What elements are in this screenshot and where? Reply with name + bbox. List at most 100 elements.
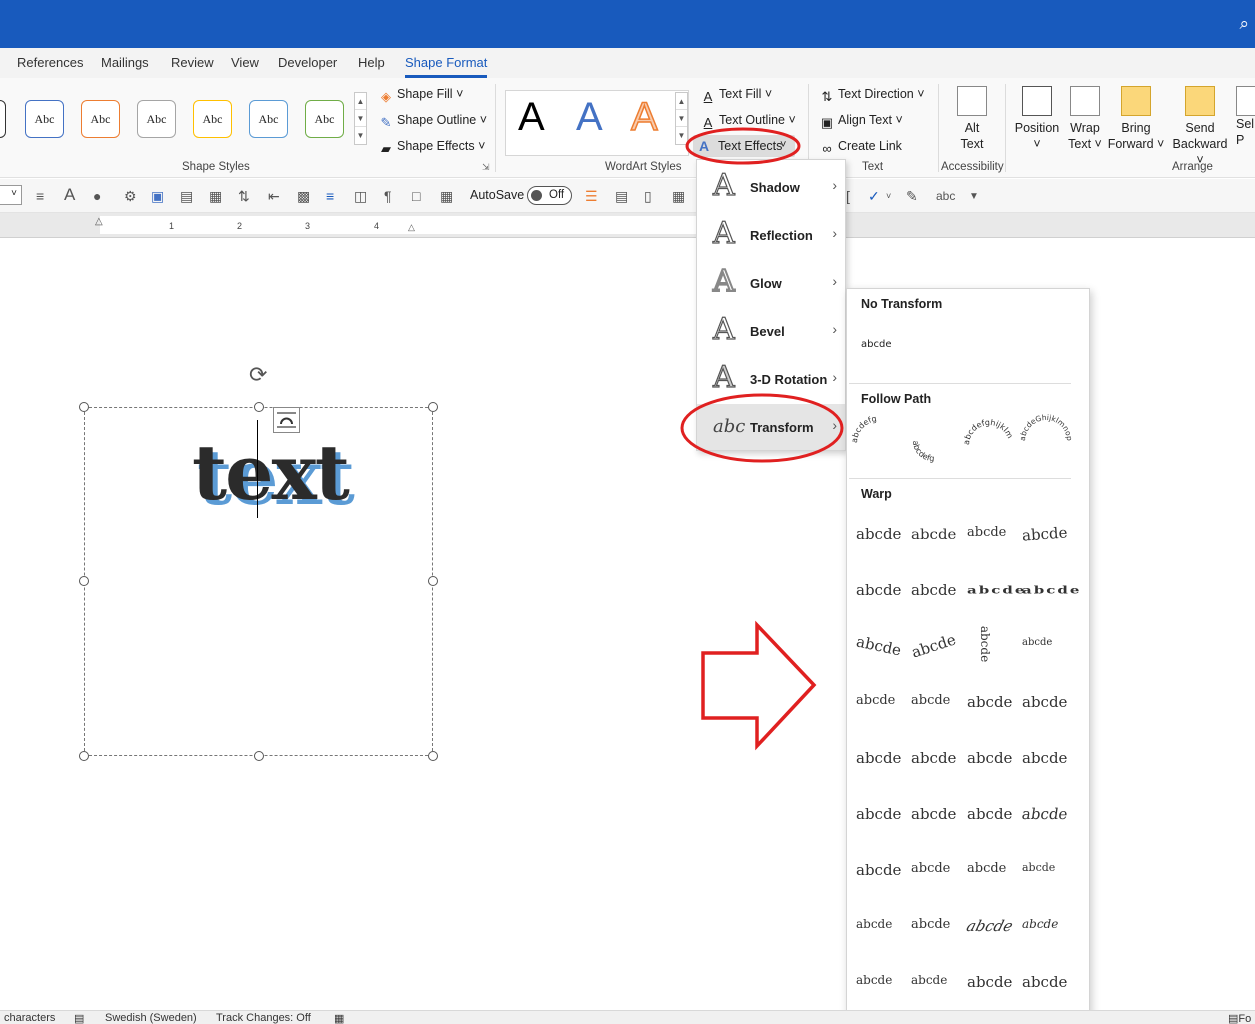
warp-option[interactable]: abcde xyxy=(967,525,1006,540)
shape-style-swatch[interactable]: Abc xyxy=(25,100,64,138)
warp-option[interactable]: abcde xyxy=(1021,523,1068,544)
scroll-down-icon[interactable]: ▼ xyxy=(676,110,687,127)
warp-option[interactable]: abcde xyxy=(911,525,956,542)
resize-handle[interactable] xyxy=(79,576,89,586)
proofing-icon[interactable]: ▤ xyxy=(74,1012,84,1024)
word-count[interactable]: characters xyxy=(4,1012,55,1024)
right-indent-marker[interactable]: △ xyxy=(408,222,415,233)
warp-option[interactable]: abcde xyxy=(911,973,947,987)
warp-option[interactable]: abcde xyxy=(856,749,901,767)
tab-developer[interactable]: Developer xyxy=(278,55,337,70)
record-icon[interactable]: ● xyxy=(93,188,101,204)
customize-toolbar-icon[interactable]: ▼ xyxy=(969,191,979,202)
list-icon[interactable]: ≡ xyxy=(36,188,44,204)
warp-option[interactable]: abcde xyxy=(1022,973,1067,991)
resize-handle[interactable] xyxy=(428,751,438,761)
autosave-toggle[interactable]: Off xyxy=(527,186,572,205)
bullets-icon[interactable]: ≡ xyxy=(326,188,334,204)
resize-handle[interactable] xyxy=(428,576,438,586)
shape-style-swatch[interactable]: Abc xyxy=(193,100,232,138)
warp-option[interactable]: abcde xyxy=(911,581,956,599)
focus-mode[interactable]: ▤ Fo xyxy=(1228,1012,1251,1024)
warp-option[interactable]: abcde xyxy=(967,973,1012,991)
insert-icon[interactable]: ▩ xyxy=(297,188,310,205)
shape-style-swatch[interactable] xyxy=(0,100,6,138)
warp-option[interactable]: abcde xyxy=(1022,861,1055,874)
text-box-icon[interactable]: ▣ xyxy=(151,188,164,205)
blank-page-icon[interactable]: □ xyxy=(412,188,420,204)
resize-handle[interactable] xyxy=(79,751,89,761)
warp-option[interactable]: abcde xyxy=(856,525,901,543)
tab-help[interactable]: Help xyxy=(358,55,385,70)
shape-style-swatch[interactable]: Abc xyxy=(137,100,176,138)
shape-style-swatch[interactable]: Abc xyxy=(305,100,344,138)
send-backward-button[interactable]: Send Backward ˅ xyxy=(1168,86,1232,168)
warp-option[interactable]: abcde xyxy=(967,861,1006,876)
table-icon[interactable]: ▦ xyxy=(209,188,222,205)
more-icon[interactable]: ▼ xyxy=(355,127,366,144)
create-link-button[interactable]: ∞ Create Link xyxy=(819,139,902,157)
warp-option[interactable]: abcde xyxy=(911,693,950,708)
search-icon[interactable]: ⌕ xyxy=(1239,14,1249,34)
warp-option[interactable]: abcde xyxy=(967,749,1012,767)
menu-item-bevel[interactable]: A Bevel › xyxy=(697,308,845,354)
document-icon[interactable]: ◫ xyxy=(354,188,367,205)
no-transform-option[interactable]: abcde xyxy=(861,339,891,350)
wordart-style-orange-outline[interactable]: A xyxy=(630,94,658,140)
warp-option[interactable]: abcde xyxy=(911,917,950,932)
warp-option[interactable]: abcde xyxy=(911,805,956,823)
text-effects-button[interactable]: A Text Effects ˅ xyxy=(693,135,795,157)
line-spacing-icon[interactable]: ☰ xyxy=(585,188,598,205)
scroll-up-icon[interactable]: ▲ xyxy=(355,93,366,110)
warp-option[interactable]: abcde xyxy=(856,581,901,599)
tab-shape-format[interactable]: Shape Format xyxy=(405,55,488,78)
warp-option[interactable]: abcde xyxy=(1022,749,1067,767)
page-icon[interactable]: ▤ xyxy=(180,188,193,205)
warp-option[interactable]: abcde xyxy=(856,973,892,987)
draw-icon[interactable]: ✓ xyxy=(868,188,880,205)
resize-handle[interactable] xyxy=(254,751,264,761)
warp-option[interactable]: abcde xyxy=(1022,693,1067,711)
track-changes-indicator[interactable]: Track Changes: Off xyxy=(216,1012,311,1024)
scroll-up-icon[interactable]: ▲ xyxy=(676,93,687,110)
text-fill-button[interactable]: A Text Fill ˅ xyxy=(700,87,773,105)
shape-style-swatch[interactable]: Abc xyxy=(249,100,288,138)
warp-option[interactable]: abcde xyxy=(911,749,956,767)
more-icon[interactable]: ▼ xyxy=(676,127,687,144)
resize-handle[interactable] xyxy=(254,402,264,412)
position-button[interactable]: Position ˅ xyxy=(1013,86,1061,152)
language-indicator[interactable]: Swedish (Sweden) xyxy=(105,1012,197,1024)
warp-option[interactable]: abcde xyxy=(967,693,1012,711)
warp-option[interactable]: abcde xyxy=(967,584,1026,597)
warp-option[interactable]: abcde xyxy=(909,630,958,661)
menu-item-glow[interactable]: A Glow › xyxy=(697,260,845,306)
scroll-down-icon[interactable]: ▼ xyxy=(355,110,366,127)
wordart-gallery-scroll[interactable]: ▲ ▼ ▼ xyxy=(675,92,688,145)
follow-path-arch-up[interactable]: abcdefg xyxy=(851,414,877,443)
warp-option[interactable]: abcde xyxy=(1022,584,1081,597)
menu-item-shadow[interactable]: A Shadow › xyxy=(697,164,845,210)
read-icon[interactable]: ▯ xyxy=(644,188,652,205)
follow-path-button[interactable]: abcdeGhijklmnop xyxy=(1018,413,1074,442)
menu-item-transform[interactable]: abc Transform › xyxy=(697,404,845,450)
text-outline-button[interactable]: A Text Outline ˅ xyxy=(700,113,796,131)
tab-mailings[interactable]: Mailings xyxy=(101,55,149,70)
shape-style-swatch[interactable]: Abc xyxy=(81,100,120,138)
warp-option[interactable]: abcde xyxy=(856,805,901,823)
wordart-style-black[interactable]: A xyxy=(518,95,545,140)
bracket-icon[interactable]: [ xyxy=(846,188,850,204)
warp-option[interactable]: abcde xyxy=(967,805,1012,823)
spelling-icon[interactable]: abc xyxy=(936,189,955,203)
sort-icon[interactable]: ⇅ xyxy=(238,188,250,205)
shape-outline-button[interactable]: ✎ Shape Outline ˅ xyxy=(378,113,487,131)
wordart-style-blue[interactable]: A xyxy=(576,95,603,140)
shape-text[interactable]: text xyxy=(192,428,350,517)
wrap-text-button[interactable]: Wrap Text ˅ xyxy=(1065,86,1105,152)
shape-effects-button[interactable]: ▰ Shape Effects ˅ xyxy=(378,139,485,157)
warp-option[interactable]: abcde xyxy=(855,632,903,659)
follow-path-arch-down[interactable]: abcdefg xyxy=(911,440,935,463)
shape-styles-gallery-scroll[interactable]: ▲ ▼ ▼ xyxy=(354,92,367,145)
tab-review[interactable]: Review xyxy=(171,55,214,70)
follow-path-circle[interactable]: abcdefghijklm xyxy=(962,418,1015,445)
accessibility-icon[interactable]: ▦ xyxy=(334,1012,344,1024)
